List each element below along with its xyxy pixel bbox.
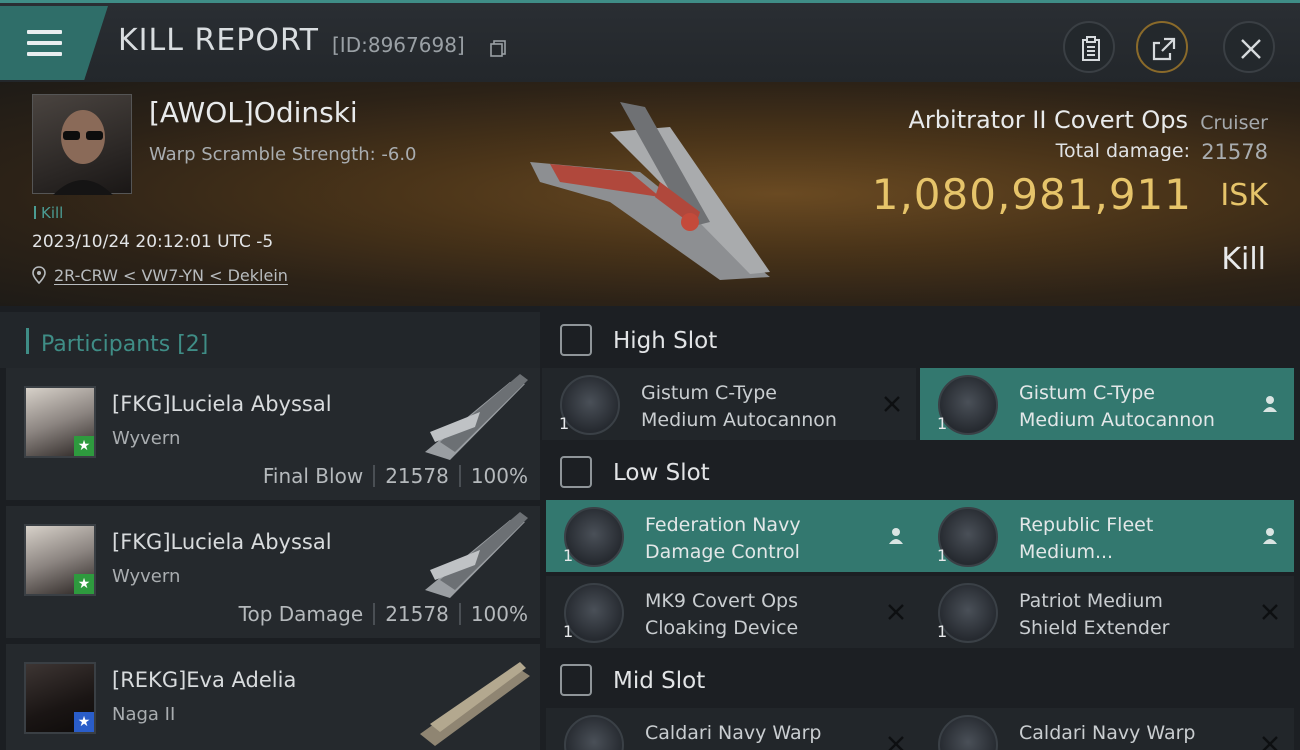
participant-name: [REKG]Eva Adelia	[112, 668, 297, 692]
kill-result: Kill	[1221, 242, 1266, 277]
victim-subline: Warp Scramble Strength: -6.0	[149, 144, 417, 165]
destroyed-x-icon	[888, 736, 904, 750]
total-damage-value: 21578	[1201, 140, 1268, 164]
location-link[interactable]: 2R-CRW < VW7-YN < Deklein	[54, 266, 288, 285]
slot-icon	[560, 324, 592, 356]
participant-row[interactable]: ★ [FKG]Luciela Abyssal Wyvern Top Damage…	[6, 506, 540, 638]
item-quantity: 1	[937, 546, 948, 565]
low-slot-header: Low Slot	[540, 442, 1300, 502]
slot-icon	[560, 664, 592, 696]
report-id: [ID:8967698]	[332, 33, 465, 57]
participant-row[interactable]: ★ [REKG]Eva Adelia Naga II	[6, 644, 540, 750]
destroyed-x-icon	[884, 396, 900, 412]
kill-tag: Kill	[34, 204, 63, 222]
share-button[interactable]	[1136, 21, 1188, 73]
clipboard-button[interactable]	[1063, 21, 1115, 73]
clipboard-icon	[1082, 36, 1100, 61]
kill-summary: [AWOL]Odinski Warp Scramble Strength: -6…	[0, 82, 1300, 306]
standing-star-icon: ★	[74, 712, 94, 732]
destroyed-x-icon	[1262, 736, 1278, 750]
fitted-item[interactable]: 1 Gistum C-Type Medium Autocannon	[542, 368, 916, 440]
fitted-item[interactable]: 1 Republic Fleet Medium...	[920, 500, 1294, 572]
module-icon	[938, 715, 998, 750]
victim-ship-class: Cruiser	[1200, 112, 1268, 134]
close-button[interactable]	[1223, 21, 1275, 73]
participant-damage: 21578	[385, 464, 449, 488]
item-quantity: 1	[563, 546, 574, 565]
dropped-person-icon	[889, 528, 903, 544]
isk-unit: ISK	[1220, 178, 1268, 213]
location-pin-icon	[32, 266, 46, 284]
fitted-item[interactable]: 1 Federation Navy Damage Control	[546, 500, 920, 572]
high-slot-header: High Slot	[540, 310, 1300, 370]
menu-button[interactable]	[0, 6, 108, 80]
participant-name: [FKG]Luciela Abyssal	[112, 392, 332, 416]
participants-header: Participants [2]	[0, 312, 540, 368]
kill-datetime: 2023/10/24 20:12:01 UTC -5	[32, 232, 274, 252]
fitted-item[interactable]: 1 Gistum C-Type Medium Autocannon	[920, 368, 1294, 440]
victim-name[interactable]: [AWOL]Odinski	[149, 96, 358, 129]
dropped-person-icon	[1263, 528, 1277, 544]
low-slot-title: Low Slot	[613, 460, 710, 486]
item-quantity: 1	[559, 414, 570, 433]
high-slot-title: High Slot	[613, 328, 718, 354]
total-damage-label: Total damage:	[1055, 140, 1190, 162]
participant-stats: Top Damage 21578 100%	[239, 602, 528, 626]
standing-star-icon: ★	[74, 574, 94, 594]
participant-ship: Naga II	[112, 704, 176, 725]
item-name: Gistum C-Type Medium Autocannon	[1019, 382, 1215, 431]
fitting-panel: High Slot 1 Gistum C-Type Medium Autocann…	[540, 306, 1300, 750]
participant-ship-image	[425, 512, 528, 598]
participant-percent: 100%	[470, 464, 528, 488]
item-quantity: 1	[563, 622, 574, 641]
fitted-item[interactable]: Caldari Navy Warp	[920, 708, 1294, 750]
destroyed-x-icon	[1262, 604, 1278, 620]
participant-stats: Final Blow 21578 100%	[263, 464, 528, 488]
participants-panel: Participants [2] ★ [FKG]Luciela Abyssal …	[0, 306, 540, 750]
item-quantity: 1	[937, 414, 948, 433]
header-bar: KILL REPORT [ID:8967698]	[0, 0, 1300, 82]
item-name: Federation Navy Damage Control	[645, 514, 801, 563]
fitted-item[interactable]: 1 Patriot Medium Shield Extender	[920, 576, 1294, 648]
item-name: Republic Fleet Medium...	[1019, 514, 1154, 563]
participant-ship-image	[420, 662, 530, 746]
participant-ship: Wyvern	[112, 428, 181, 449]
participant-percent: 100%	[470, 602, 528, 626]
fitted-item[interactable]: Caldari Navy Warp	[546, 708, 920, 750]
victim-avatar[interactable]	[32, 94, 132, 195]
item-quantity: 1	[937, 622, 948, 641]
participant-role: Top Damage	[238, 602, 364, 626]
item-name: Patriot Medium Shield Extender	[1019, 590, 1170, 639]
participant-name: [FKG]Luciela Abyssal	[112, 530, 332, 554]
mid-slot-title: Mid Slot	[613, 668, 706, 694]
slot-icon	[560, 456, 592, 488]
item-name: Gistum C-Type Medium Autocannon	[641, 382, 837, 431]
copy-icon[interactable]	[489, 39, 507, 57]
module-icon	[564, 715, 624, 750]
item-name: Caldari Navy Warp	[645, 722, 822, 744]
menu-icon	[27, 30, 62, 34]
participant-row[interactable]: ★ [FKG]Luciela Abyssal Wyvern Final Blow…	[6, 368, 540, 500]
mid-slot-header: Mid Slot	[540, 650, 1300, 710]
fitted-item[interactable]: 1 MK9 Covert Ops Cloaking Device	[546, 576, 920, 648]
participant-ship-image	[425, 374, 528, 460]
participant-avatar: ★	[24, 386, 96, 458]
item-name: Caldari Navy Warp	[1019, 722, 1196, 744]
close-icon	[1241, 39, 1261, 59]
participant-damage: 21578	[385, 602, 449, 626]
dropped-person-icon	[1263, 396, 1277, 412]
destroyed-x-icon	[888, 604, 904, 620]
isk-value: 1,080,981,911	[871, 170, 1192, 219]
participant-role: Final Blow	[262, 464, 364, 488]
participant-ship: Wyvern	[112, 566, 181, 587]
participants-title: Participants [2]	[41, 332, 209, 357]
victim-ship-name[interactable]: Arbitrator II Covert Ops	[909, 106, 1189, 134]
victim-ship-image	[530, 102, 770, 280]
standing-star-icon: ★	[74, 436, 94, 456]
item-name: MK9 Covert Ops Cloaking Device	[645, 590, 799, 639]
page-title: KILL REPORT	[118, 23, 319, 58]
participant-avatar: ★	[24, 662, 96, 734]
participant-avatar: ★	[24, 524, 96, 596]
share-icon	[1152, 37, 1176, 61]
